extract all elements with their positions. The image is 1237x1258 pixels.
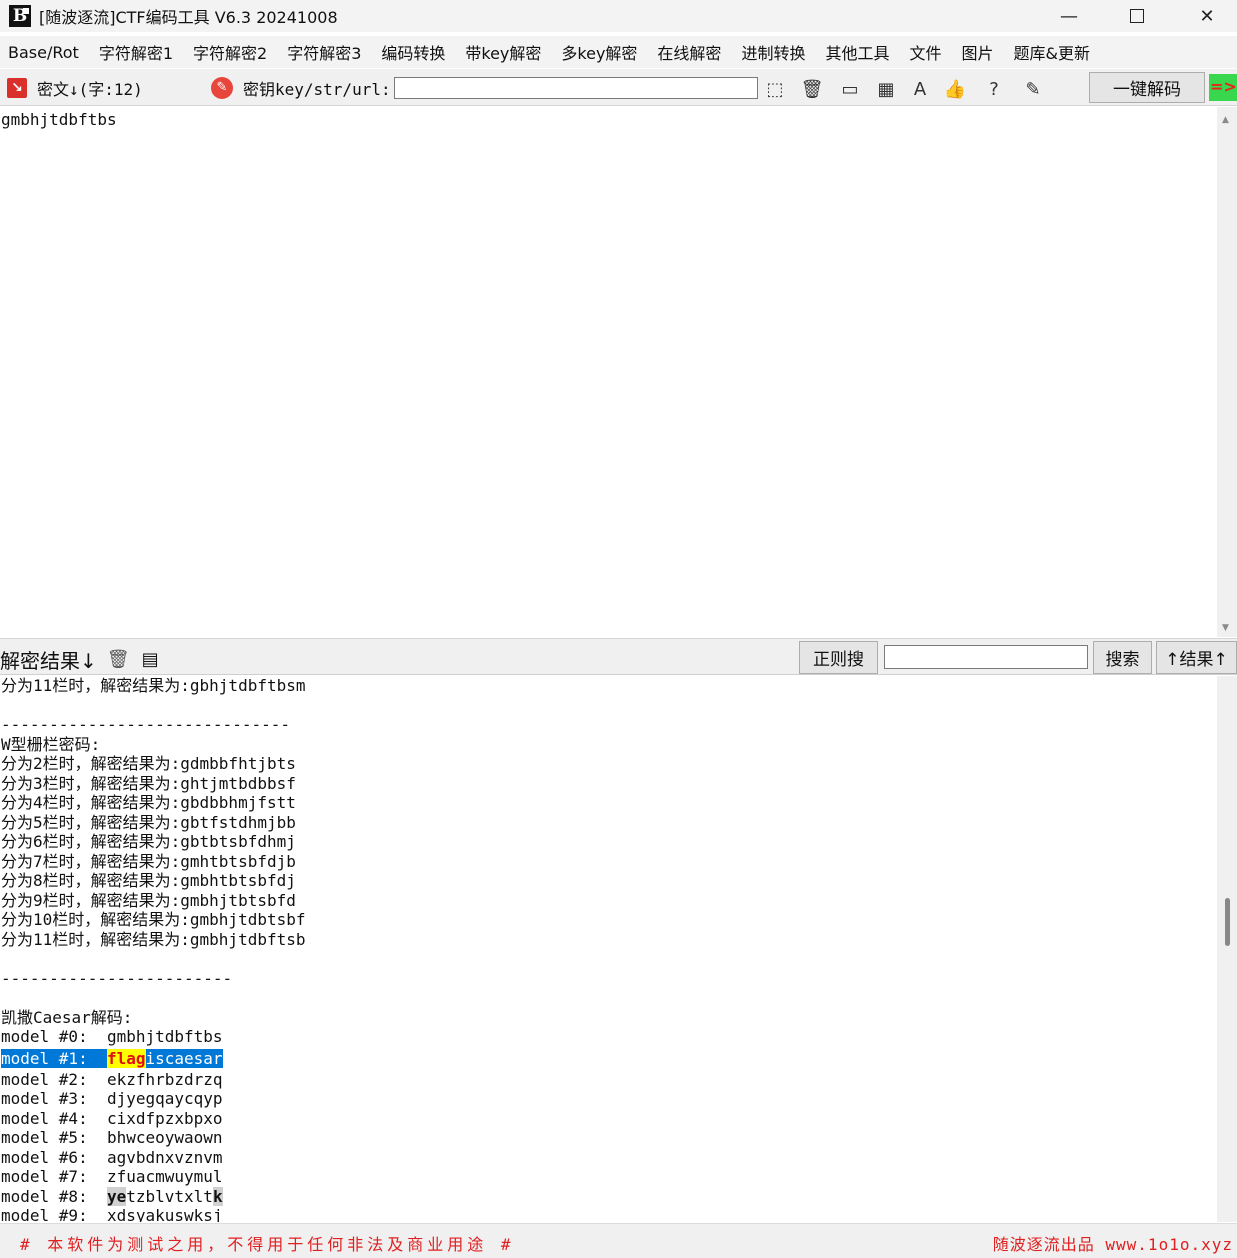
result-line: model #6: agvbdnxvznvm	[1, 1147, 223, 1167]
regex-search-button[interactable]: 正则搜	[799, 641, 878, 674]
result-scrollbar[interactable]	[1217, 676, 1237, 1222]
one-click-decode-button[interactable]: 一键解码	[1089, 72, 1205, 103]
status-bar: # 本软件为测试之用，不得用于任何非法及商业用途 # 随波逐流出品 www.1o…	[0, 1223, 1237, 1258]
result-line: ------------------------	[1, 968, 233, 988]
close-button[interactable]: ✕	[1184, 0, 1230, 32]
menu-question-bank-update[interactable]: 题库&更新	[1014, 40, 1090, 64]
line-mid: tzblvtxlt	[126, 1186, 213, 1206]
result-line: 分为6栏时，解密结果为:gbtbtsbfdhmj	[1, 832, 296, 851]
result-line: model #5: bhwceoywaown	[1, 1128, 223, 1147]
cipher-textarea[interactable]: gmbhjtdbftbs	[0, 107, 1217, 637]
app-logo-icon: B	[9, 5, 31, 27]
menu-other-tools[interactable]: 其他工具	[825, 40, 889, 64]
line-prefix: model #8:	[1, 1186, 107, 1206]
result-line: 分为11栏时，解密结果为:gmbhjtdbftsb	[1, 929, 306, 949]
result-line: 分为9栏时，解密结果为:gmbhjtbtsbfd	[1, 890, 296, 910]
menu-online-decrypt[interactable]: 在线解密	[657, 40, 721, 64]
font-icon[interactable]: A	[908, 78, 932, 100]
scroll-down-icon[interactable]: ▼	[1222, 623, 1229, 633]
cipher-scrollbar[interactable]: ▲ ▼	[1217, 107, 1237, 637]
mode-indicator[interactable]: =>	[1209, 74, 1237, 101]
key-section: ✎ 密钥key/str/url:	[211, 69, 391, 106]
pencil-icon[interactable]: ✎	[211, 76, 233, 99]
select-icon[interactable]: ⬚	[763, 78, 787, 100]
flag-highlight: flag	[106, 1048, 146, 1068]
result-line: 分为5栏时，解密结果为:gbtfstdhmjbb	[1, 812, 296, 832]
result-line: model #7: zfuacmwuymul	[1, 1167, 223, 1186]
result-line: model #2: ekzfhrbzdrzq	[1, 1069, 223, 1089]
author-link[interactable]: 随波逐流出品 www.1o1o.xyz	[993, 1231, 1233, 1255]
disclaimer-text: # 本软件为测试之用，不得用于任何非法及商业用途 #	[20, 1235, 515, 1254]
selected-rest: iscaesar	[145, 1048, 223, 1068]
key-input[interactable]	[394, 77, 758, 99]
menu-file[interactable]: 文件	[909, 40, 941, 64]
menu-char-decrypt-2[interactable]: 字符解密2	[193, 40, 267, 64]
result-line: W型栅栏密码:	[1, 734, 101, 754]
terminal-icon[interactable]: ▭	[838, 78, 862, 100]
result-line: 分为8栏时，解密结果为:gmbhtbtsbfdj	[1, 871, 296, 890]
thumbs-up-icon[interactable]: 👍	[943, 78, 967, 100]
trash-icon[interactable]: 🗑	[107, 649, 130, 670]
cipher-label: 密文↓(字:12)	[37, 79, 143, 99]
result-line: model #4: cixdfpzxbpxo	[1, 1108, 223, 1128]
result-line: 分为2栏时，解密结果为:gdmbbfhtjbts	[1, 754, 296, 773]
scroll-thumb[interactable]	[1225, 898, 1230, 946]
minimize-button[interactable]: —	[1046, 0, 1092, 32]
result-line	[1, 696, 1217, 716]
match-highlight: k	[212, 1186, 223, 1206]
result-header: 解密结果↓ 🗑 ▤ 正则搜 搜索 ↑结果↑	[0, 638, 1237, 675]
edit-icon[interactable]: ✎	[1021, 78, 1045, 100]
cipher-section: ↘ 密文↓(字:12)	[7, 69, 143, 106]
menu-base-convert[interactable]: 进制转换	[741, 40, 805, 64]
menu-image[interactable]: 图片	[961, 40, 993, 64]
result-textarea[interactable]: 分为11栏时，解密结果为:gbhjtdbftbsm --------------…	[0, 676, 1217, 1222]
regex-input[interactable]	[884, 645, 1088, 669]
result-label-group: 解密结果↓ 🗑 ▤	[0, 645, 159, 674]
result-line	[1, 949, 1217, 969]
result-line: 分为11栏时，解密结果为:gbhjtdbftbsm	[1, 676, 306, 695]
result-line: 分为3栏时，解密结果为:ghtjmtbdbbsf	[1, 773, 296, 793]
menu-bar: Base/Rot 字符解密1 字符解密2 字符解密3 编码转换 带key解密 多…	[0, 36, 1237, 68]
result-line: ------------------------------	[1, 715, 290, 734]
match-highlight: ye	[106, 1186, 127, 1206]
result-line: 凯撒Caesar解码:	[1, 1007, 133, 1027]
selected-prefix: model #1:	[1, 1048, 107, 1068]
maximize-icon	[1130, 9, 1144, 23]
result-to-top-button[interactable]: ↑结果↑	[1156, 641, 1237, 674]
trash-icon[interactable]: 🗑	[800, 78, 824, 100]
menu-char-decrypt-1[interactable]: 字符解密1	[99, 40, 173, 64]
result-line: model #3: djyegqaycqyp	[1, 1089, 223, 1108]
result-line: model #9: xdsyakuswksj	[1, 1206, 223, 1222]
result-line: 分为4栏时，解密结果为:gbdbbhmjfstt	[1, 793, 296, 812]
result-line: model #0: gmbhjtdbftbs	[1, 1027, 223, 1046]
result-line: 分为7栏时，解密结果为:gmhtbtsbfdjb	[1, 851, 296, 871]
result-label: 解密结果↓	[0, 649, 97, 673]
menu-encoding-convert[interactable]: 编码转换	[381, 40, 445, 64]
scroll-up-icon[interactable]: ▲	[1222, 115, 1229, 125]
cipher-input-icon[interactable]: ↘	[7, 77, 27, 98]
key-label: 密钥key/str/url:	[243, 79, 391, 99]
toolbar: ↘ 密文↓(字:12) ✎ 密钥key/str/url: ⬚ 🗑 ▭ ▦ A 👍…	[0, 69, 1237, 106]
menu-multi-key-decrypt[interactable]: 多key解密	[561, 40, 637, 64]
title-bar: B [随波逐流]CTF编码工具 V6.3 20241008 — ✕	[0, 0, 1237, 32]
copy-icon[interactable]: ▤	[142, 649, 159, 670]
window-title: [随波逐流]CTF编码工具 V6.3 20241008	[39, 8, 338, 27]
maximize-button[interactable]	[1114, 0, 1160, 32]
calculator-icon[interactable]: ▦	[874, 78, 898, 100]
menu-base-rot[interactable]: Base/Rot	[8, 43, 79, 62]
menu-key-decrypt[interactable]: 带key解密	[465, 40, 541, 64]
selected-result-line[interactable]: model #1: flagiscaesar	[1, 1047, 1217, 1070]
result-line: model #8: yetzblvtxltk	[1, 1186, 1217, 1207]
help-icon[interactable]: ?	[982, 78, 1006, 100]
menu-char-decrypt-3[interactable]: 字符解密3	[287, 40, 361, 64]
result-line: 分为10栏时，解密结果为:gmbhjtdbtsbf	[1, 910, 306, 929]
search-button[interactable]: 搜索	[1093, 641, 1152, 674]
result-line	[1, 988, 1217, 1008]
